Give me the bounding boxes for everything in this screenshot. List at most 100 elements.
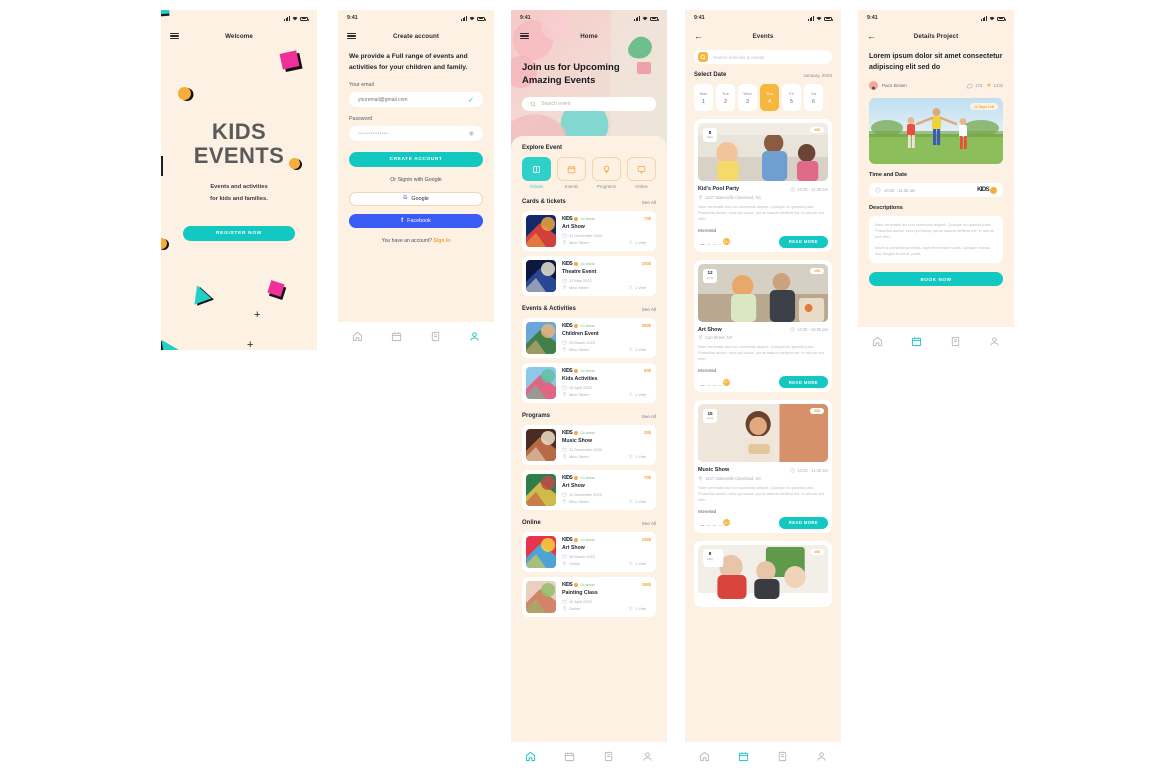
list-item-body: KIDS Go ahead Kids Activities 15 April 2023… <box>562 367 652 399</box>
section-title: Programs <box>522 413 551 419</box>
date-weekday: Tue <box>722 90 729 96</box>
nav-documents[interactable] <box>426 326 446 346</box>
nav-home[interactable] <box>521 746 541 766</box>
explore-tab-events[interactable]: Events <box>557 157 586 189</box>
nav-bar: Welcome <box>161 26 317 46</box>
list-item-title: Children Event <box>562 331 599 337</box>
date-cell[interactable]: Thu 4 <box>760 84 779 111</box>
explore-tab-programs[interactable]: Programs <box>592 157 621 189</box>
create-account-button[interactable]: CREATE ACCOUNT <box>349 152 483 167</box>
list-item-price: 70$ <box>644 216 651 221</box>
date-cell[interactable]: Mon 1 <box>694 84 713 111</box>
nav-calendar[interactable] <box>734 746 754 766</box>
interested-label: Interested <box>698 227 717 233</box>
list-item-brand-row: KIDS Go ahead <box>562 582 652 588</box>
list-item-body: KIDS Go ahead Art Show 11 November 2023 Mico… <box>562 474 652 506</box>
nav-profile[interactable] <box>985 331 1005 351</box>
decor-circle-1 <box>178 87 191 100</box>
list-item-title: Kids Activities <box>562 376 598 382</box>
event-cards: 8 May 45$ Kid's Pool Party 10:20 - 11:30 am 1… <box>685 119 841 607</box>
google-signin-button[interactable]: G Google <box>349 192 483 206</box>
date-cell[interactable]: Tue 2 <box>716 84 735 111</box>
events-search-bar[interactable]: Search festivals & events <box>694 50 832 64</box>
nav-profile[interactable] <box>465 326 485 346</box>
facebook-signin-button[interactable]: f Facebook <box>349 214 483 228</box>
screen-create-account: 9:41 Create account We provide a Full ra… <box>338 10 494 350</box>
have-account-text: You have an account? <box>381 238 432 244</box>
nav-calendar[interactable] <box>560 746 580 766</box>
list-item[interactable]: KIDS Go ahead Art Show 31 December 2023 Mico… <box>522 211 656 251</box>
bottom-nav <box>685 742 841 770</box>
date-cell[interactable]: Sa 6 <box>804 84 823 111</box>
explore-tab-tickets[interactable]: Tickets <box>522 157 551 189</box>
register-now-button[interactable]: REGISTER NOW <box>183 226 295 241</box>
battery-icon <box>824 16 833 21</box>
vote-icon <box>628 285 633 290</box>
search-bar[interactable]: Search event <box>522 97 656 111</box>
list-item[interactable]: KIDS Go ahead Art Show 15 March 2023 Online 1… <box>522 532 656 572</box>
vote-icon <box>628 240 633 245</box>
nav-home[interactable] <box>868 331 888 351</box>
list-item[interactable]: KIDS Go ahead Painting Class 19 April 2023 O… <box>522 577 656 617</box>
date-cell[interactable]: Wed 3 <box>738 84 757 111</box>
read-more-button[interactable]: READ MORE <box>778 516 828 529</box>
event-card[interactable]: 8 May 45$ Kid's Pool Party 10:20 - 11:30 am 1… <box>694 119 832 252</box>
event-photo <box>698 404 828 462</box>
event-card[interactable]: 12 June 25$ Art Show 14:30 - 16:30 pm Carl St… <box>694 259 832 392</box>
battery-icon <box>650 16 659 21</box>
read-more-button[interactable]: READ MORE <box>778 235 828 248</box>
nav-calendar[interactable] <box>387 326 407 346</box>
email-input[interactable] <box>358 96 469 103</box>
password-field[interactable]: •••••••••••••• ◉ <box>349 126 483 141</box>
brand-dot-icon <box>574 538 579 542</box>
list-item[interactable]: KIDS Go ahead Art Show 11 November 2023 Mico… <box>522 470 656 510</box>
calendar-icon <box>562 492 567 497</box>
nav-documents[interactable] <box>599 746 619 766</box>
see-all-link[interactable]: See All <box>642 414 656 419</box>
book-now-button[interactable]: BOOK NOW <box>869 272 1003 286</box>
event-photo <box>698 544 828 599</box>
list-item-place: Mico Street <box>562 285 589 290</box>
welcome-hero: KIDS EVENTS Events and activities for ki… <box>161 120 317 204</box>
read-more-button[interactable]: READ MORE <box>778 376 828 388</box>
nav-home[interactable] <box>348 326 368 346</box>
event-card[interactable]: 8 May 45$ <box>694 540 832 607</box>
interested-avatars: 10+ <box>698 237 731 246</box>
nav-home[interactable] <box>695 746 715 766</box>
email-field[interactable]: ✓ <box>349 92 483 107</box>
brand-name: KIDS <box>562 216 573 222</box>
event-card[interactable]: 15 June 50$ Music Show 10:20 - 11:30 am 1247 … <box>694 400 832 533</box>
event-time: 10:20 - 11:30 am <box>790 468 828 473</box>
list-item-thumbnail <box>526 581 556 613</box>
calendar-icon <box>562 278 567 283</box>
nav-calendar[interactable] <box>907 331 927 351</box>
brand-name: KIDS <box>562 475 573 481</box>
nav-documents[interactable] <box>946 331 966 351</box>
search-icon <box>698 52 708 62</box>
nav-documents[interactable] <box>773 746 793 766</box>
eye-icon[interactable]: ◉ <box>469 130 474 137</box>
list-item[interactable]: KIDS Go ahead Music Show 31 December 2023 Mi… <box>522 425 656 465</box>
list-item-price: 105$ <box>641 537 651 542</box>
welcome-subtitle-line2: for kids and families. <box>210 196 268 202</box>
thumbnail-image <box>526 581 556 613</box>
list-item-meta-row: Mico Street 1 Vote <box>562 392 652 397</box>
vote-icon <box>628 454 633 459</box>
avatar-more-count: 10+ <box>722 237 731 246</box>
nav-profile[interactable] <box>812 746 832 766</box>
email-label: Your email <box>349 82 374 88</box>
list-item[interactable]: KIDS Go ahead Children Event 25 March 2023 M… <box>522 318 656 358</box>
see-all-link[interactable]: See All <box>642 521 656 526</box>
explore-tab-online[interactable]: Online <box>627 157 656 189</box>
see-all-link[interactable]: See All <box>642 307 656 312</box>
signal-icon <box>284 15 290 21</box>
date-cell[interactable]: Fri 5 <box>782 84 801 111</box>
list-item[interactable]: KIDS Go ahead Kids Activities 15 April 2023… <box>522 363 656 403</box>
thumbnail-image <box>526 322 556 354</box>
list-item-votes-text: 1 Vote <box>634 240 646 245</box>
nav-profile[interactable] <box>638 746 658 766</box>
signin-link[interactable]: Sign In <box>433 238 450 244</box>
list-item[interactable]: KIDS Go ahead Theatre Event 31 May 2023 Mico… <box>522 256 656 296</box>
see-all-link[interactable]: See All <box>642 200 656 205</box>
month-label: January, 2023 <box>803 72 832 78</box>
